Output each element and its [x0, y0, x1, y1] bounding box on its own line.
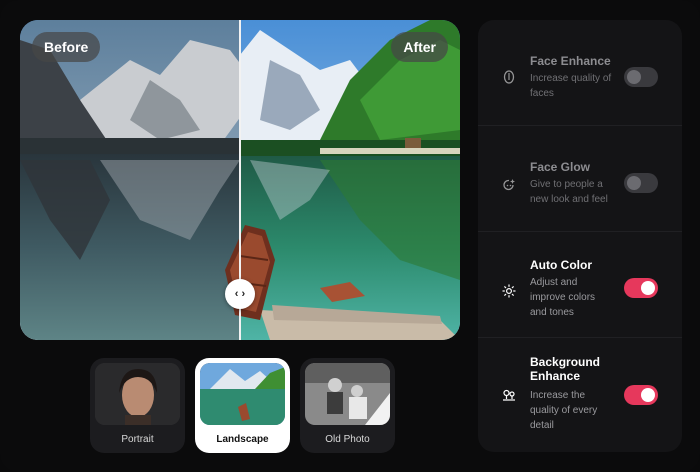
old-photo-thumbnail: [305, 363, 390, 425]
option-face-glow: Face Glow Give to people a new look and …: [478, 126, 682, 232]
arrows-horizontal-icon: ‹ ›: [234, 288, 246, 300]
preset-landscape[interactable]: Landscape: [195, 358, 290, 453]
app-frame: ‹ › Before After Portrait Landscape Old …: [0, 0, 700, 472]
preset-old-photo[interactable]: Old Photo: [300, 358, 395, 453]
glow-sparkle-icon: [502, 178, 516, 192]
face-enhance-toggle[interactable]: [624, 67, 658, 87]
toggle-knob: [627, 70, 641, 84]
option-face-enhance: Face Enhance Increase quality of faces: [478, 20, 682, 126]
toggle-knob: [641, 281, 655, 295]
enhance-options-panel: Face Enhance Increase quality of faces F…: [478, 20, 682, 452]
auto-color-toggle[interactable]: [624, 278, 658, 298]
landscape-icon: [502, 388, 516, 402]
toggle-knob: [641, 388, 655, 402]
option-title: Background Enhance: [530, 355, 601, 383]
background-enhance-toggle[interactable]: [624, 385, 658, 405]
face-outline-icon: [502, 70, 516, 84]
preset-label: Landscape: [216, 434, 269, 445]
option-description: Increase quality of faces: [530, 73, 612, 99]
option-description: Give to people a new look and feel: [530, 179, 608, 205]
after-label: After: [391, 32, 448, 62]
option-background-enhance: Background Enhance Increase the quality …: [478, 338, 682, 444]
landscape-thumbnail: [200, 363, 285, 425]
portrait-thumbnail: [95, 363, 180, 425]
preset-label: Portrait: [121, 434, 154, 445]
compare-slider-handle[interactable]: ‹ ›: [225, 279, 255, 309]
sun-icon: [502, 284, 516, 298]
before-after-viewer[interactable]: ‹ › Before After: [20, 20, 460, 340]
option-description: Adjust and improve colors and tones: [530, 277, 596, 318]
toggle-knob: [627, 176, 641, 190]
before-label: Before: [32, 32, 101, 62]
option-title: Face Enhance: [530, 54, 611, 68]
option-title: Auto Color: [530, 258, 592, 272]
preset-label: Old Photo: [325, 434, 370, 445]
option-title: Face Glow: [530, 160, 591, 174]
option-auto-color: Auto Color Adjust and improve colors and…: [478, 232, 682, 338]
option-description: Increase the quality of every detail: [530, 390, 598, 431]
face-glow-toggle[interactable]: [624, 173, 658, 193]
preset-portrait[interactable]: Portrait: [90, 358, 185, 453]
preset-selector: Portrait Landscape Old Photo: [90, 358, 395, 453]
